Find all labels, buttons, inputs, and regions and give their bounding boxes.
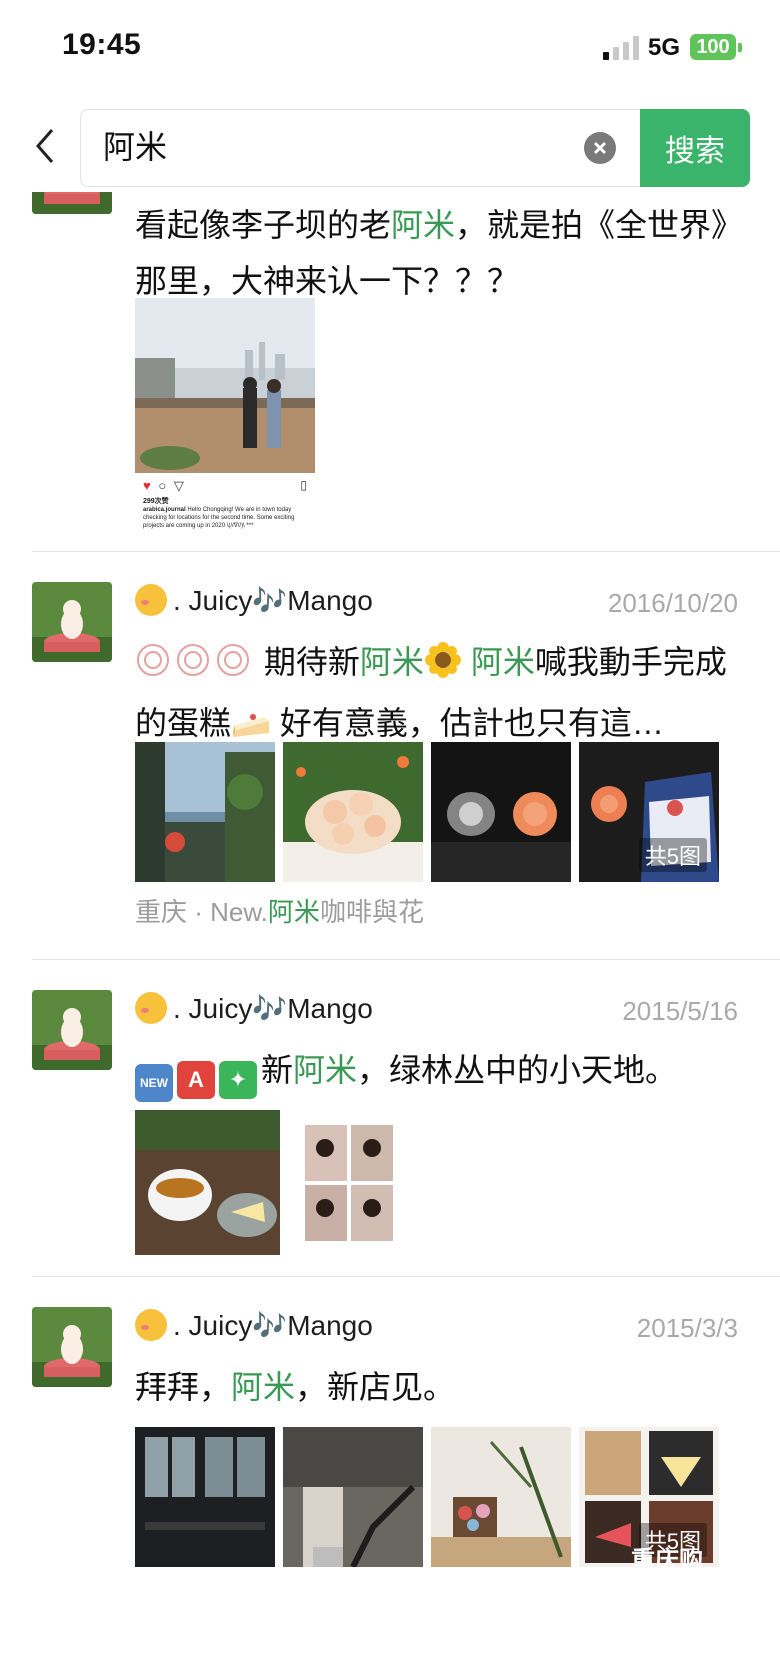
search-button[interactable]: 搜索	[640, 109, 750, 187]
photo-thumbnail[interactable]: 共5图	[579, 742, 719, 882]
photo-thumbnail[interactable]	[431, 742, 571, 882]
post-divider	[32, 551, 780, 552]
post-date: 2016/10/20	[607, 588, 738, 618]
author-text: . Juicy🎶Mango	[173, 993, 373, 1024]
back-arrow-icon[interactable]	[30, 126, 64, 166]
photo-thumbnail[interactable]	[283, 1427, 423, 1567]
photo-thumbnail[interactable]: 共5图 重庆购	[579, 1427, 719, 1567]
moments-feed: 看起像李子坝的老阿米，就是拍《全世界》那里，大神来认一下？？？ ♥ ○ ▽ ▯ …	[0, 192, 780, 1654]
post-divider	[32, 1276, 780, 1277]
comment-icon: ○	[158, 478, 167, 493]
smiling-face-icon	[135, 992, 167, 1024]
text-segment: 拜拜，	[135, 1369, 232, 1405]
battery-tip	[738, 43, 742, 52]
post-text: 期待新阿米 阿米喊我動手完成的蛋糕 好有意義，估計也只有這…	[135, 634, 745, 756]
location-label[interactable]: 重庆 · New.阿米咖啡與花	[135, 892, 424, 929]
sunflower-emoji-icon	[424, 639, 462, 695]
post-image[interactable]	[135, 1110, 280, 1255]
photo-count-badge: 共5图	[638, 838, 707, 872]
avatar[interactable]	[32, 990, 112, 1070]
text-segment: ，绿林丛中的小天地。	[357, 1052, 678, 1088]
post-image[interactable]	[295, 1110, 405, 1255]
avatar[interactable]	[32, 192, 112, 214]
signal-icon	[603, 36, 639, 60]
like-count: 299次赞	[143, 498, 169, 505]
text-segment: 新	[261, 1052, 294, 1088]
avatar[interactable]	[32, 1307, 112, 1387]
watermark: 重庆购	[631, 1547, 703, 1567]
photo-grid: 共5图 重庆购	[135, 1427, 719, 1567]
share-icon: ▽	[173, 478, 184, 493]
post-image[interactable]: ♥ ○ ▽ ▯ 299次赞 arabica.journal Hello Chon…	[135, 298, 315, 538]
heart-icon: ♥	[143, 478, 151, 493]
instagram-action-bar: ♥ ○ ▽	[143, 478, 184, 494]
author-name[interactable]: . Juicy🎶Mango	[135, 584, 373, 617]
keyword-highlight: 阿米	[293, 1052, 358, 1088]
keyword-highlight: 阿米	[359, 644, 424, 680]
battery-icon: 100	[690, 34, 736, 60]
photo-thumbnail[interactable]	[283, 742, 423, 882]
photo-thumbnail[interactable]	[431, 1427, 571, 1567]
avatar[interactable]	[32, 582, 112, 662]
post-text: 看起像李子坝的老阿米，就是拍《全世界》那里，大神来认一下？？？	[135, 197, 745, 309]
text-segment: 期待新	[263, 644, 360, 680]
instagram-photo	[135, 298, 315, 473]
keyword-highlight: 阿米	[231, 1369, 296, 1405]
keyword-highlight: 阿米	[391, 207, 456, 243]
flower-emoji-icon	[135, 639, 255, 695]
author-name[interactable]: . Juicy🎶Mango	[135, 992, 373, 1025]
search-input[interactable]	[103, 126, 533, 163]
photo-grid: 共5图	[135, 742, 719, 882]
author-text: . Juicy🎶Mango	[173, 1310, 373, 1341]
text-segment: 好有意義，估計也只有這…	[279, 705, 664, 741]
search-box	[80, 109, 641, 187]
status-bar: 19:45 5G 100	[0, 0, 780, 100]
a-badge-icon: A	[177, 1061, 215, 1099]
search-bar: 搜索	[0, 104, 780, 190]
post-date: 2015/5/16	[622, 996, 738, 1026]
status-time: 19:45	[62, 28, 142, 61]
text-segment: ，新店见。	[295, 1369, 456, 1405]
bookmark-icon: ▯	[300, 478, 307, 492]
clear-icon[interactable]	[584, 132, 616, 164]
author-text: . Juicy🎶Mango	[173, 585, 373, 616]
keyword-highlight: 阿米	[267, 897, 320, 927]
post-divider	[32, 959, 780, 960]
sparkle-icon: ✦	[219, 1061, 257, 1099]
photo-thumbnail[interactable]	[135, 742, 275, 882]
caption-user: arabica.journal	[143, 507, 186, 513]
new-badge-icon: NEW	[135, 1064, 173, 1102]
post-date: 2015/3/3	[636, 1313, 738, 1343]
network-label: 5G	[648, 34, 681, 61]
author-name[interactable]: . Juicy🎶Mango	[135, 1309, 373, 1342]
text-segment: 看起像李子坝的老	[135, 207, 392, 243]
instagram-caption: arabica.journal Hello Chongqing! We are …	[143, 506, 309, 530]
smiling-face-icon	[135, 584, 167, 616]
post-text: NEW A ✦ 新阿米，绿林丛中的小天地。	[135, 1042, 745, 1102]
photo-thumbnail[interactable]	[135, 1427, 275, 1567]
location-text: 咖啡與花	[319, 897, 424, 927]
location-text: 重庆 · New.	[135, 897, 268, 927]
post-text: 拜拜，阿米，新店见。	[135, 1359, 745, 1415]
keyword-highlight: 阿米	[470, 644, 535, 680]
smiling-face-icon	[135, 1309, 167, 1341]
